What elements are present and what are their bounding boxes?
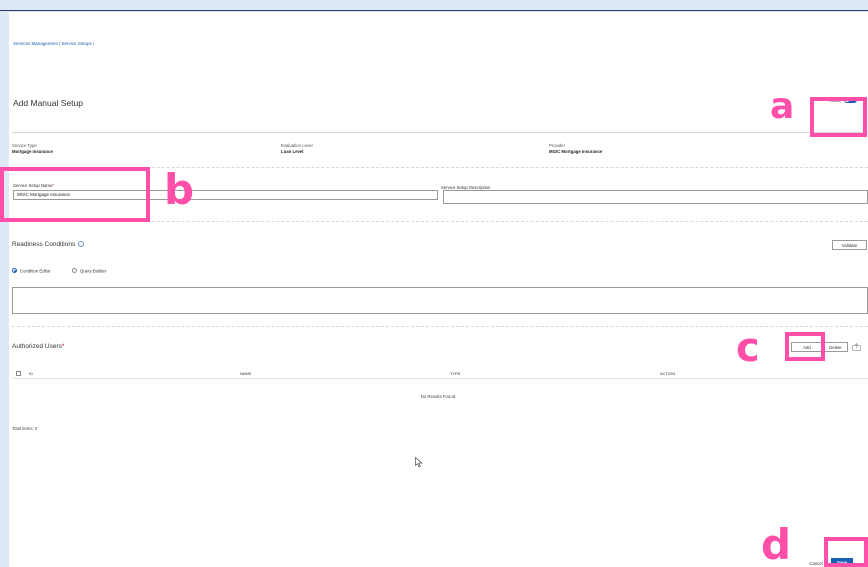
column-header-action: ACTION [660, 371, 676, 376]
authorized-users-title: Authorized Users* [12, 343, 65, 350]
column-header-type[interactable]: TYPE [450, 371, 460, 376]
condition-editor-box[interactable] [12, 287, 868, 314]
breadcrumb[interactable]: Services Management / Service Setups / [13, 41, 94, 46]
total-items: Total items: 0 [12, 426, 38, 431]
annotation-box-c [785, 332, 825, 361]
readiness-title: Readiness Conditions i [12, 241, 85, 248]
evaluation-level-value: Loan Level [281, 149, 304, 154]
mouse-cursor-icon [415, 457, 423, 468]
annotation-label-b: b [164, 165, 195, 214]
annotation-box-a [810, 97, 867, 137]
annotation-label-c: c [736, 325, 760, 371]
divider [12, 132, 868, 133]
annotation-box-b [0, 167, 150, 222]
service-type-value: Mortgage Insurance [12, 149, 53, 154]
annotation-label-a: a [770, 86, 795, 127]
app-top-bar [0, 0, 868, 11]
column-header-name[interactable]: NAME [240, 371, 252, 376]
column-header-id[interactable]: ID [29, 371, 33, 376]
condition-editor-label: Condition Editor [20, 268, 51, 274]
description-input[interactable] [443, 190, 868, 204]
service-type-label: Service Type [12, 143, 37, 148]
empty-table-message: No Results Found. [420, 394, 457, 399]
required-mark: * [61, 343, 65, 350]
info-icon[interactable]: i [78, 241, 85, 248]
query-builder-label: Query Builder [80, 268, 107, 274]
page-title: Add Manual Setup [13, 98, 83, 108]
radio-unselected-icon[interactable] [72, 268, 77, 274]
annotation-box-d [824, 537, 868, 567]
condition-editor-option[interactable]: Condition Editor [12, 262, 51, 280]
annotation-label-d: d [761, 520, 792, 567]
select-all-checkbox[interactable] [16, 371, 21, 376]
validate-button[interactable]: Validate [832, 240, 867, 250]
table-header-divider [12, 378, 868, 379]
delete-button[interactable]: Delete [823, 342, 848, 352]
provider-label: Provider [549, 143, 566, 148]
main-content: Services Management / Service Setups / A… [0, 12, 868, 567]
provider-value: MGIC Mortgage Insurance [549, 149, 603, 154]
export-icon[interactable] [852, 343, 861, 351]
radio-selected-icon[interactable] [12, 268, 17, 274]
query-builder-option[interactable]: Query Builder [72, 262, 106, 280]
evaluation-level-label: Evaluation Level [281, 143, 313, 148]
